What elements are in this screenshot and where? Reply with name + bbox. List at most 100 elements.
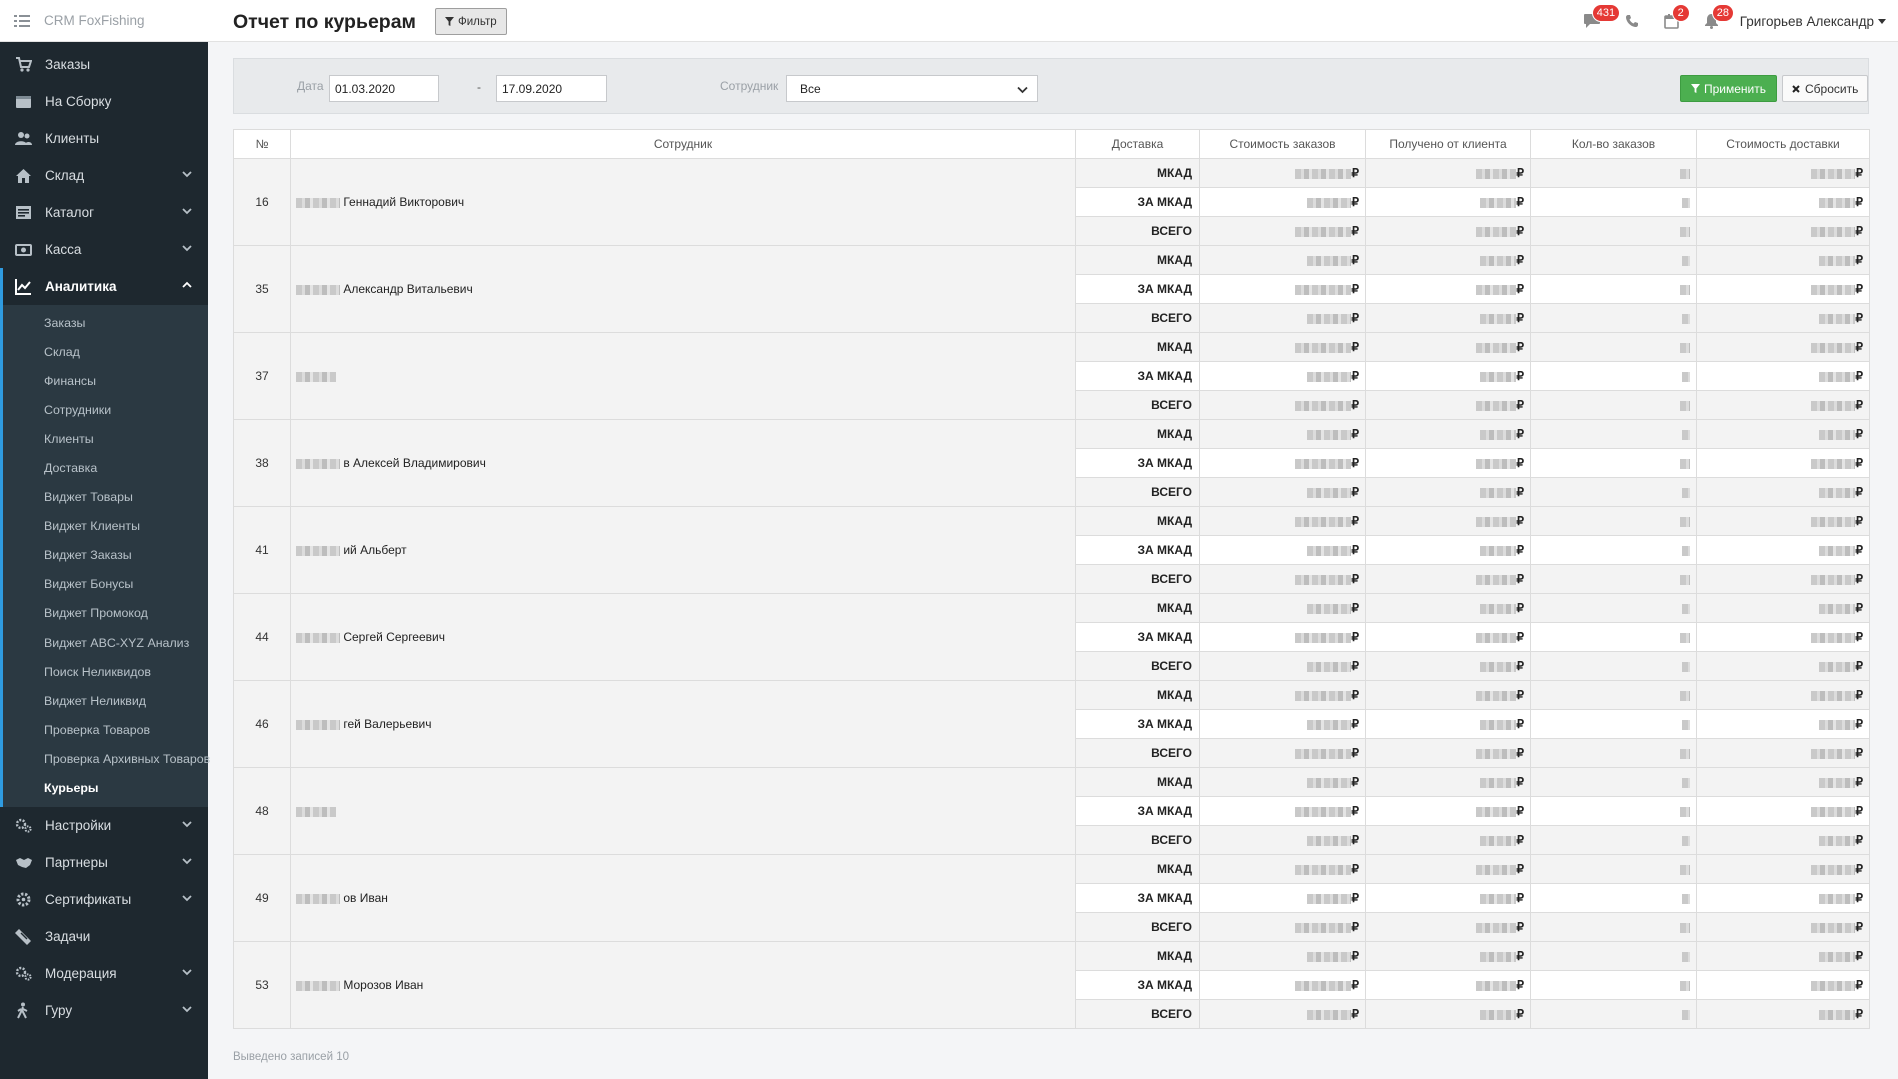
redacted-value	[1682, 661, 1690, 672]
redacted-value	[1476, 342, 1517, 353]
value-cell: ₽	[1199, 651, 1366, 681]
delivery-type: ВСЕГО	[1075, 390, 1200, 420]
submenu-item[interactable]: Проверка Товаров	[3, 715, 208, 744]
currency-sign: ₽	[1855, 543, 1863, 557]
handshake-icon	[14, 853, 32, 871]
chevron-down-icon	[182, 968, 192, 975]
delivery-type: МКАД	[1075, 593, 1200, 623]
orders-button[interactable]: 2	[1652, 0, 1692, 42]
phone-button[interactable]	[1612, 0, 1652, 42]
notifications-button[interactable]: 28	[1692, 0, 1734, 42]
submenu-item[interactable]: Проверка Архивных Товаров	[3, 744, 210, 773]
row-number: 53	[233, 941, 291, 1029]
currency-sign: ₽	[1351, 427, 1359, 441]
row-number: 41	[233, 506, 291, 594]
date-from-input[interactable]: 01.03.2020	[329, 75, 439, 102]
submenu-item[interactable]: Курьеры	[3, 774, 208, 803]
employee-name: Сергей Сергеевич	[290, 593, 1076, 681]
redacted-value	[1819, 661, 1856, 672]
redacted-value	[1480, 719, 1517, 730]
submenu-item[interactable]: Виджет Промокод	[3, 599, 208, 628]
value-cell: ₽	[1696, 999, 1870, 1029]
employee-name	[290, 332, 1076, 420]
page-title: Отчет по курьерам	[233, 11, 416, 33]
currency-sign: ₽	[1351, 369, 1359, 383]
value-cell: ₽	[1199, 564, 1366, 594]
redacted-value	[1476, 690, 1517, 701]
sidebar-item-2[interactable]: Клиенты	[0, 120, 208, 157]
delivery-type: МКАД	[1075, 680, 1200, 710]
chevron-down-icon	[182, 820, 192, 827]
sidebar-item-3[interactable]: Склад	[0, 157, 208, 194]
submenu-item[interactable]: Виджет ABC-XYZ Анализ	[3, 628, 208, 657]
redacted-value	[1476, 168, 1517, 179]
value-cell: ₽	[1365, 796, 1531, 826]
table-body: 16 Геннадий Викторович МКАД ₽ ₽ ₽ ЗА МКАД ₽ ₽ ₽ В…	[233, 158, 1870, 1029]
apply-button[interactable]: Применить	[1680, 75, 1778, 102]
currency-sign: ₽	[1516, 630, 1524, 644]
submenu-item[interactable]: Поиск Неликвидов	[3, 657, 208, 686]
redacted-value	[1811, 748, 1856, 759]
user-menu[interactable]: Григорьев Александр	[1732, 14, 1898, 29]
currency-sign: ₽	[1516, 253, 1524, 267]
submenu-item[interactable]: Виджет Заказы	[3, 541, 208, 570]
sidebar-item-20[interactable]: Настройки	[0, 807, 208, 844]
row-number: 35	[233, 245, 291, 333]
sidebar-item-1[interactable]: На Сборку	[0, 83, 208, 120]
sidebar-item-5[interactable]: Касса	[0, 231, 208, 268]
brand[interactable]: CRM FoxFishing	[0, 0, 208, 42]
submenu-item[interactable]: Заказы	[3, 308, 208, 337]
redacted-value	[1307, 313, 1352, 324]
submenu-item[interactable]: Финансы	[3, 366, 208, 395]
date-separator: -	[477, 80, 481, 94]
submenu-item[interactable]: Виджет Товары	[3, 483, 208, 512]
employee-name-text: ий Альберт	[343, 543, 407, 557]
redacted-value	[1682, 545, 1690, 556]
submenu-item[interactable]: Виджет Бонусы	[3, 570, 208, 599]
value-cell: ₽	[1696, 854, 1870, 884]
currency-sign: ₽	[1516, 485, 1524, 499]
redacted-value	[1811, 284, 1856, 295]
sidebar-item-4[interactable]: Каталог	[0, 194, 208, 231]
gear-icon	[14, 890, 32, 908]
redacted-value	[1480, 429, 1517, 440]
sidebar-item-6[interactable]: Аналитика	[0, 268, 208, 305]
submenu-item[interactable]: Склад	[3, 337, 208, 366]
submenu-item[interactable]: Сотрудники	[3, 395, 208, 424]
employee-name-text: ов Иван	[343, 891, 388, 905]
sidebar-item-25[interactable]: Гуру	[0, 992, 208, 1029]
sidebar-item-21[interactable]: Партнеры	[0, 844, 208, 881]
filter-button[interactable]: Фильтр	[435, 8, 507, 35]
date-to-input[interactable]: 17.09.2020	[496, 75, 607, 102]
redacted-value	[1680, 806, 1690, 817]
redacted-value	[1480, 487, 1517, 498]
reset-button[interactable]: Сбросить	[1782, 75, 1869, 102]
employee-select[interactable]: Все	[786, 75, 1038, 102]
redacted-value	[1307, 487, 1352, 498]
sidebar-item-0[interactable]: Заказы	[0, 46, 208, 83]
sidebar-item-22[interactable]: Сертификаты	[0, 881, 208, 918]
redacted-value	[1819, 1009, 1856, 1020]
value-cell: ₽	[1365, 941, 1531, 971]
sidebar-menu: Заказы На Сборку Клиенты Склад Каталог Касса А…	[0, 42, 210, 1029]
value-cell	[1530, 535, 1697, 565]
submenu-item[interactable]: Виджет Неликвид	[3, 686, 208, 715]
currency-sign: ₽	[1855, 311, 1863, 325]
sidebar-item-24[interactable]: Модерация	[0, 955, 208, 992]
value-cell: ₽	[1365, 390, 1531, 420]
submenu-item[interactable]: Доставка	[3, 453, 208, 482]
sidebar-item-23[interactable]: Задачи	[0, 918, 208, 955]
redacted-value	[1819, 835, 1856, 846]
column-header: Стоимость заказов	[1199, 129, 1366, 159]
redacted-value	[1819, 371, 1856, 382]
submenu-item[interactable]: Виджет Клиенты	[3, 512, 208, 541]
value-cell: ₽	[1365, 999, 1531, 1029]
currency-sign: ₽	[1351, 514, 1359, 528]
list-icon[interactable]	[14, 14, 30, 27]
currency-sign: ₽	[1516, 514, 1524, 528]
value-cell: ₽	[1365, 187, 1531, 217]
messages-button[interactable]: 431	[1572, 0, 1621, 42]
redacted-value	[1307, 255, 1352, 266]
currency-sign: ₽	[1351, 1007, 1359, 1021]
submenu-item[interactable]: Клиенты	[3, 424, 208, 453]
